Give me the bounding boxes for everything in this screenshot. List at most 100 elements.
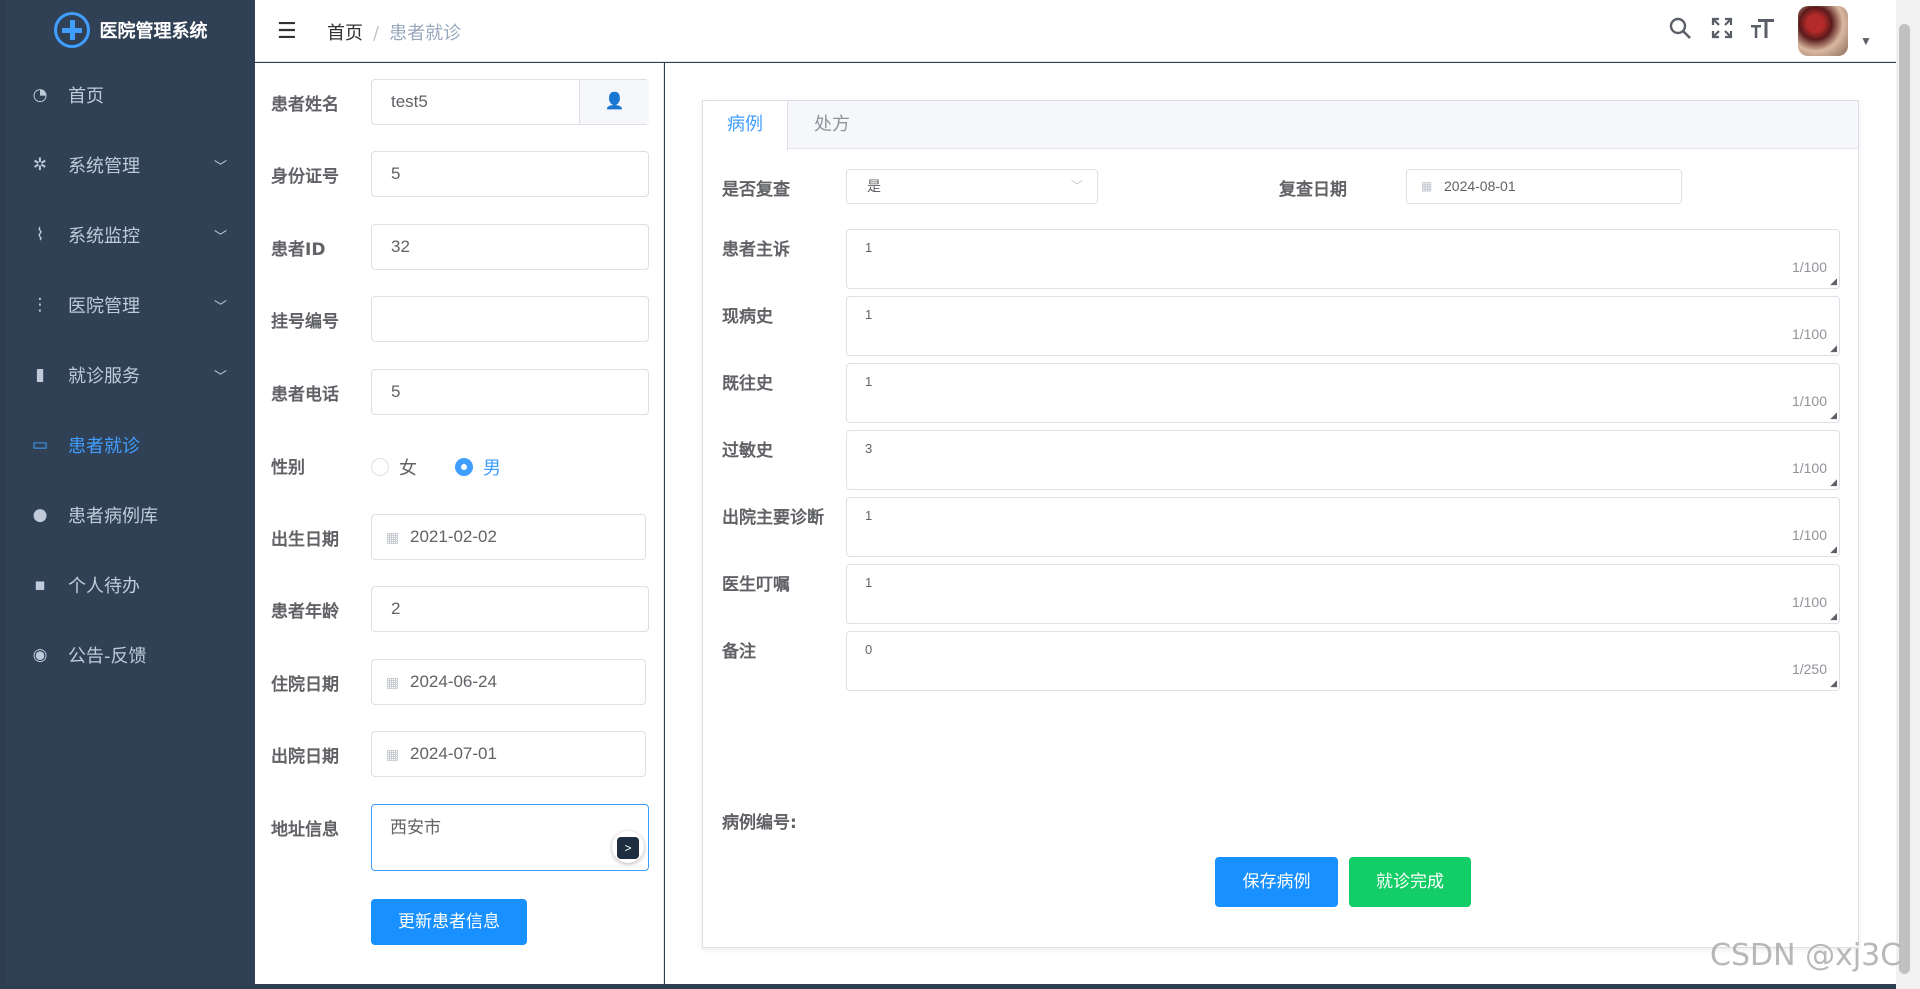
font-size-icon[interactable] [1750, 16, 1776, 47]
field-label: 患者姓名 [271, 95, 339, 115]
finish-visit-button[interactable]: 就诊完成 [1349, 857, 1471, 907]
radio-dot [371, 458, 389, 476]
form-row-discharge: 出院日期 ▦ 2024-07-01 [255, 731, 664, 777]
address-textarea[interactable]: 西安市 > [371, 804, 649, 871]
form-row-patient-id: 患者ID 32 [255, 224, 664, 270]
resize-grip-icon[interactable]: ◢ [1830, 343, 1837, 354]
char-counter: 1/100 [1791, 259, 1827, 275]
user-select-icon[interactable]: 👤 [579, 80, 649, 124]
form-row-address: 地址信息 西安市 > [255, 804, 664, 871]
resize-grip-icon[interactable]: ◢ [1830, 611, 1837, 622]
top-navbar: ☰ 首页 / 患者就诊 ▼ [255, 0, 1896, 62]
id-card-input[interactable]: 5 [371, 151, 649, 197]
birth-date-picker[interactable]: ▦ 2021-02-02 [371, 514, 646, 560]
field-label: 患者年龄 [271, 602, 339, 622]
field-label: 患者电话 [271, 385, 339, 405]
dashboard-icon: ◔ [32, 85, 48, 105]
textarea-value: 0 [865, 642, 873, 657]
patient-id-input[interactable]: 32 [371, 224, 649, 270]
caret-down-icon[interactable]: ▼ [1860, 34, 1872, 48]
sidebar-item-8[interactable]: ◉ 公告-反馈 [6, 620, 255, 690]
sidebar-item-label: 首页 [68, 86, 104, 107]
resize-grip-icon[interactable]: ◢ [1830, 410, 1837, 421]
field-label: 挂号编号 [271, 312, 339, 332]
resize-grip-icon[interactable]: ◢ [1830, 276, 1837, 287]
breadcrumb-home[interactable]: 首页 [327, 23, 363, 44]
gender-female-radio[interactable]: 女 [371, 454, 417, 480]
recheck-label: 是否复查 [722, 180, 790, 200]
field-label: 住院日期 [271, 675, 339, 695]
textarea-value: 3 [865, 441, 873, 456]
app-title: 医院管理系统 [99, 21, 208, 42]
medical-record-card: 病例 处方 是否复查 是 ﹀ 复查日期 ▦ 2024-08-01 患者主诉 1 1/… [702, 100, 1859, 948]
record-field-textarea[interactable]: 1 1/100 ◢ [846, 497, 1840, 557]
breadcrumb: 首页 / 患者就诊 [327, 19, 461, 45]
record-field-label: 患者主诉 [722, 240, 790, 260]
recheck-date-picker[interactable]: ▦ 2024-08-01 [1406, 169, 1682, 204]
record-field-textarea[interactable]: 1 1/100 ◢ [846, 564, 1840, 624]
resize-grip-icon[interactable]: ◢ [1830, 477, 1837, 488]
chevron-down-icon: ﹀ [213, 300, 227, 315]
select-value: 是 [867, 178, 881, 194]
scrollbar-thumb[interactable] [1899, 24, 1910, 974]
search-icon[interactable] [1668, 16, 1692, 47]
sidebar-item-2[interactable]: ⌇ 系统监控 ﹀ [6, 200, 255, 270]
discharge-date-picker[interactable]: ▦ 2024-07-01 [371, 731, 646, 777]
tab-prescription[interactable]: 处方 [789, 101, 875, 149]
sidebar-item-7[interactable]: ▪ 个人待办 [6, 550, 255, 620]
sidebar-item-0[interactable]: ◔ 首页 [6, 60, 255, 130]
sidebar-item-label: 系统管理 [68, 156, 140, 177]
calendar-icon: ▦ [386, 746, 400, 762]
sidebar-item-3[interactable]: ⋮ 医院管理 ﹀ [6, 270, 255, 340]
sidebar-item-6[interactable]: ● 患者病例库 [6, 480, 255, 550]
sidebar-item-label: 患者就诊 [68, 436, 140, 457]
record-field-label: 过敏史 [722, 441, 773, 461]
textarea-value: 1 [865, 240, 873, 255]
app-logo[interactable]: 医院管理系统 [6, 0, 255, 60]
record-field-textarea[interactable]: 3 1/100 ◢ [846, 430, 1840, 490]
user-avatar[interactable] [1798, 6, 1848, 56]
screen-icon: ▭ [31, 435, 49, 455]
medical-record-area: 病例 处方 是否复查 是 ﹀ 复查日期 ▦ 2024-08-01 患者主诉 1 1/… [665, 63, 1896, 984]
save-record-button[interactable]: 保存病例 [1215, 857, 1338, 907]
sidebar-item-label: 个人待办 [68, 576, 140, 597]
phone-input[interactable]: 5 [371, 369, 649, 415]
tree-icon: ⋮ [31, 295, 49, 315]
sidebar-item-4[interactable]: ▮ 就诊服务 ﹀ [6, 340, 255, 410]
calendar-icon: ▦ [386, 674, 400, 690]
record-field-textarea[interactable]: 1 1/100 ◢ [846, 363, 1840, 423]
record-field-label: 备注 [722, 642, 756, 662]
textarea-value: 1 [865, 508, 873, 523]
gender-male-radio[interactable]: 男 [455, 454, 501, 480]
age-input[interactable]: 2 [371, 586, 649, 632]
date-value: 2024-08-01 [1444, 178, 1516, 194]
record-field-textarea[interactable]: 0 1/250 ◢ [846, 631, 1840, 691]
radio-dot [455, 458, 473, 476]
field-label: 身份证号 [271, 167, 339, 187]
form-row-admit: 住院日期 ▦ 2024-06-24 [255, 659, 664, 705]
resize-grip-icon[interactable]: ◢ [1830, 678, 1837, 689]
registration-number-input[interactable] [371, 296, 649, 342]
form-row-age: 患者年龄 2 [255, 586, 664, 632]
patient-name-input[interactable]: test5 👤 [371, 79, 649, 125]
fullscreen-icon[interactable] [1710, 16, 1734, 47]
tab-medical-record[interactable]: 病例 [703, 101, 788, 150]
sidebar-item-5[interactable]: ▭ 患者就诊 [6, 410, 255, 480]
field-label: 出生日期 [271, 530, 339, 550]
field-label: 性别 [271, 458, 305, 478]
assistant-bubble-icon[interactable]: > [612, 831, 644, 863]
update-patient-button[interactable]: 更新患者信息 [371, 899, 527, 945]
recheck-select[interactable]: 是 ﹀ [846, 169, 1098, 204]
resize-grip-icon[interactable]: ◢ [1830, 544, 1837, 555]
record-field-textarea[interactable]: 1 1/100 ◢ [846, 229, 1840, 289]
watermark: CSDN @xj3C [1710, 938, 1902, 973]
record-field-textarea[interactable]: 1 1/100 ◢ [846, 296, 1840, 356]
char-counter: 1/250 [1791, 661, 1827, 677]
sidebar-item-label: 公告-反馈 [68, 646, 147, 667]
book-icon: ▮ [35, 365, 45, 385]
textarea-value: 1 [865, 307, 873, 322]
admission-date-picker[interactable]: ▦ 2024-06-24 [371, 659, 646, 705]
sidebar-item-1[interactable]: ✲ 系统管理 ﹀ [6, 130, 255, 200]
hamburger-menu-icon[interactable]: ☰ [277, 18, 297, 44]
field-label: 地址信息 [271, 820, 339, 840]
